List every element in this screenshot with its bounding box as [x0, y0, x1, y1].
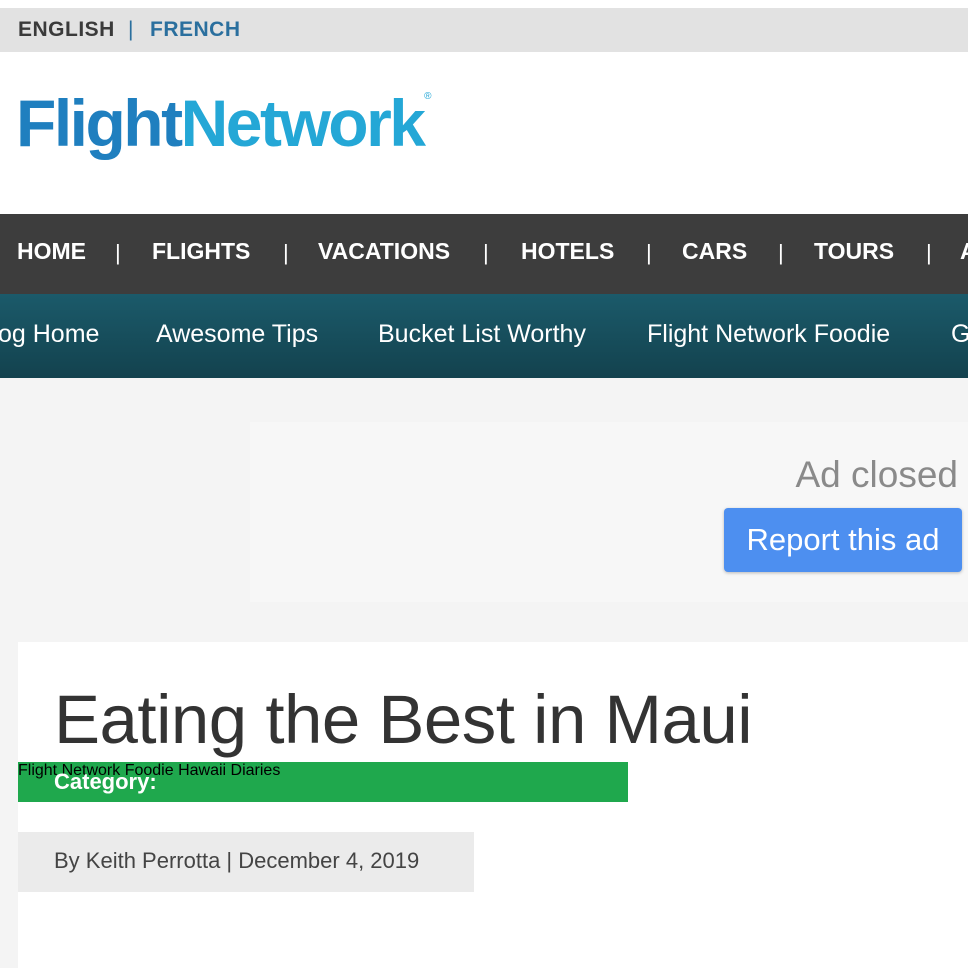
category-link-hawaii-diaries[interactable]: Hawaii Diaries: [178, 762, 280, 779]
nav-tours[interactable]: TOURS: [814, 238, 894, 265]
nav-vacations[interactable]: VACATIONS: [318, 238, 450, 265]
article-card: Eating the Best in Maui Category: Flight…: [18, 642, 968, 968]
logo-text-flight: Flight: [16, 86, 183, 160]
byline-text: By Keith Perrotta | December 4, 2019: [54, 848, 420, 873]
nav-separator: |: [483, 240, 489, 265]
nav-separator: |: [115, 240, 121, 265]
subnav-next-cut-off[interactable]: G: [951, 320, 968, 349]
registered-mark: ®: [424, 91, 432, 102]
article-title: Eating the Best in Maui: [54, 681, 753, 758]
category-label: Category:: [54, 769, 157, 794]
language-bar: ENGLISH | FRENCH: [0, 0, 968, 52]
subnav-flight-network-foodie[interactable]: Flight Network Foodie: [647, 320, 890, 349]
subnav-blog-home[interactable]: og Home: [0, 320, 99, 349]
report-ad-button[interactable]: Report this ad: [724, 508, 962, 572]
nav-flights[interactable]: FLIGHTS: [152, 238, 250, 265]
nav-more-cut-off[interactable]: A: [960, 238, 968, 265]
subnav-bucket-list-worthy[interactable]: Bucket List Worthy: [378, 320, 586, 349]
language-english-link[interactable]: ENGLISH: [18, 18, 115, 42]
nav-home[interactable]: HOME: [17, 238, 86, 265]
language-separator: |: [128, 18, 134, 41]
nav-cars[interactable]: CARS: [682, 238, 747, 265]
byline-box: By Keith Perrotta | December 4, 2019: [18, 832, 474, 892]
nav-separator: |: [646, 240, 652, 265]
subnav-awesome-tips[interactable]: Awesome Tips: [156, 320, 318, 349]
main-nav: HOME | FLIGHTS | VACATIONS | HOTELS | CA…: [0, 214, 968, 294]
nav-separator: |: [283, 240, 289, 265]
nav-separator: |: [926, 240, 932, 265]
nav-separator: |: [778, 240, 784, 265]
category-bar: Category: Flight Network Foodie Hawaii D…: [18, 762, 628, 802]
blog-sub-nav: og Home Awesome Tips Bucket List Worthy …: [0, 294, 968, 378]
logo-text-network: Network: [180, 86, 426, 160]
ad-closed-text: Ad closed: [795, 454, 959, 495]
site-header: FlightNetwork ®: [0, 52, 968, 214]
flightnetwork-logo[interactable]: FlightNetwork ®: [16, 90, 432, 156]
language-french-link[interactable]: FRENCH: [150, 18, 241, 42]
nav-hotels[interactable]: HOTELS: [521, 238, 614, 265]
